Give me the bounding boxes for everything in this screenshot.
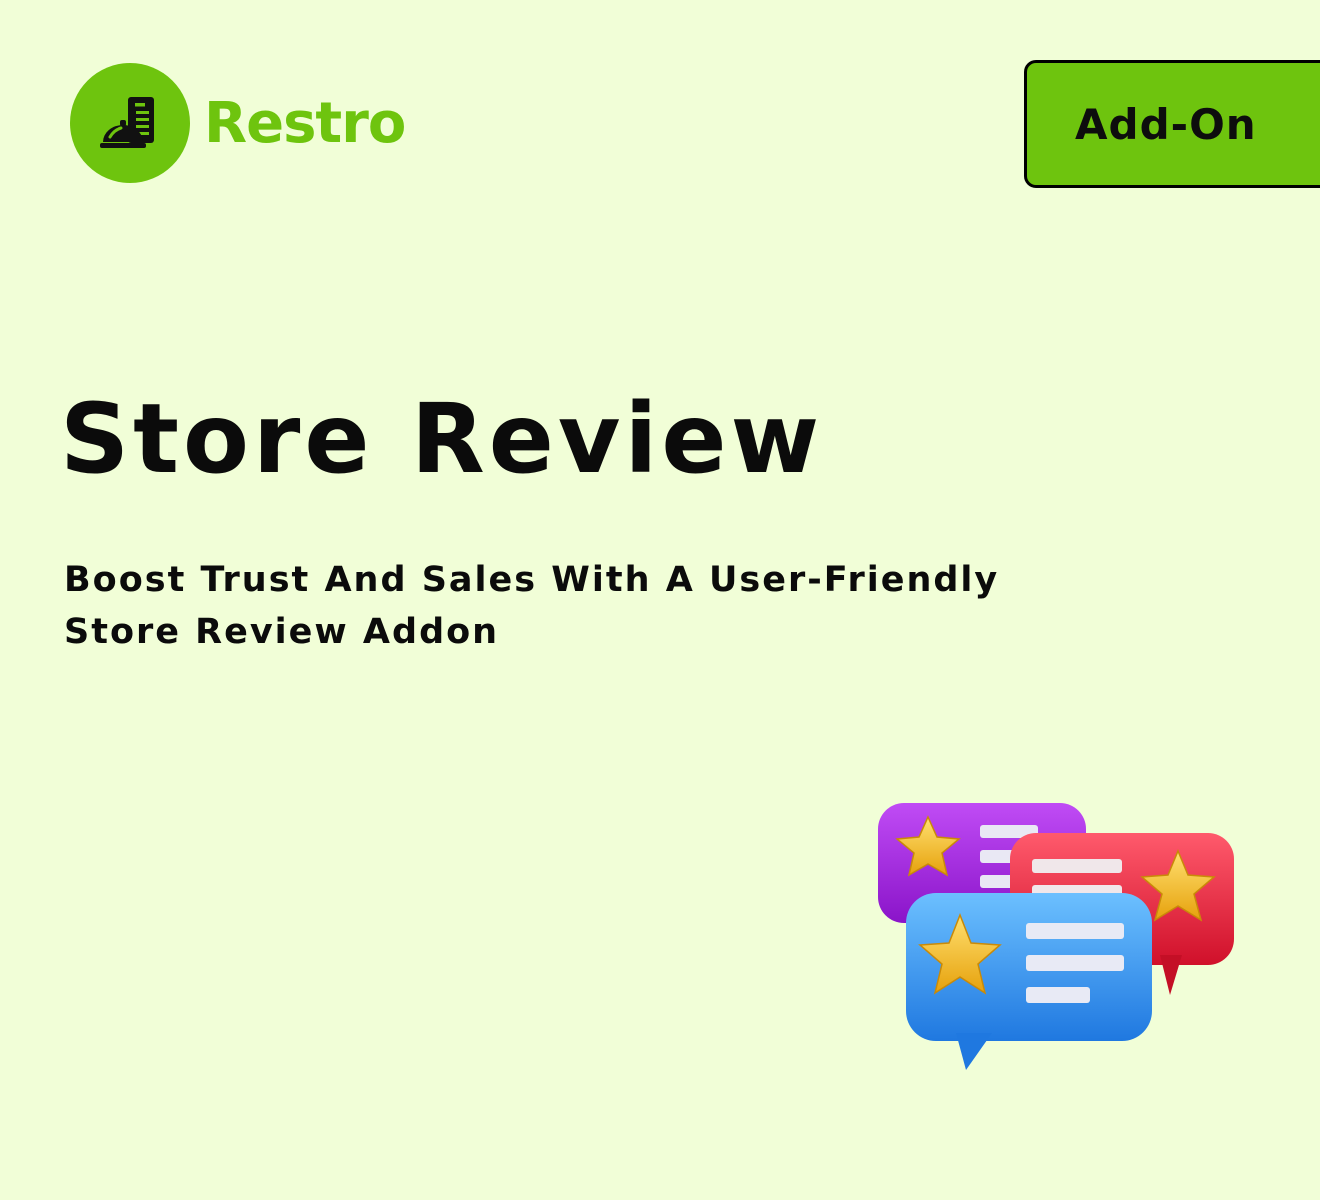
page-title: Store Review [60,383,824,495]
review-chat-bubbles-icon [870,795,1250,1085]
bell-menu-icon [70,63,190,183]
blue-review-bubble [906,893,1152,1070]
brand-logo: Restro [70,63,406,183]
page-subtitle: Boost Trust And Sales With A User-Friend… [64,560,1000,652]
add-on-badge[interactable]: Add-On [1024,60,1320,188]
add-on-label: Add-On [1075,99,1257,149]
brand-name: Restro [204,91,406,156]
